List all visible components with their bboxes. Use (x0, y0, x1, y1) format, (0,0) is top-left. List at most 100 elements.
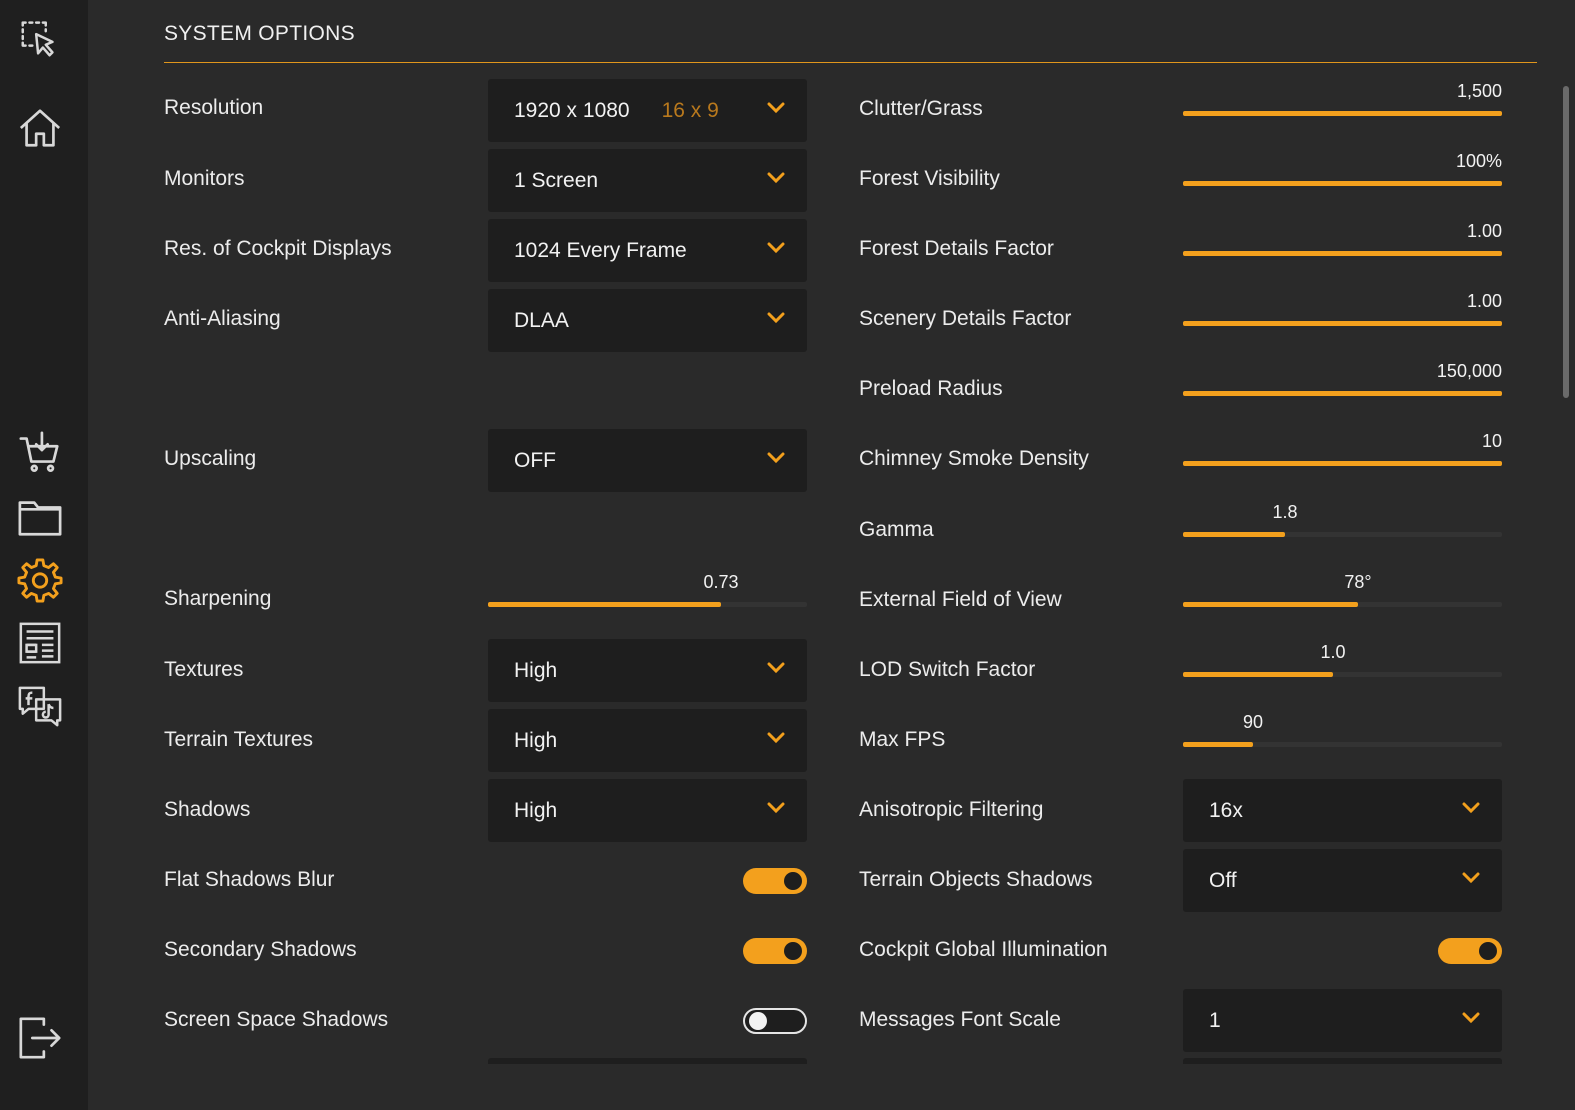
clutter-label: Clutter/Grass (859, 97, 983, 120)
slider-fill (1183, 181, 1502, 186)
sidebar (0, 0, 88, 1110)
secondary-shadows-label: Secondary Shadows (164, 938, 357, 961)
upscaling-value: OFF (514, 449, 556, 472)
textures-dropdown[interactable]: High (488, 639, 807, 702)
chevron-down-icon (767, 662, 785, 674)
aspect-ratio-value: 16 x 9 (661, 99, 719, 122)
forest-visibility-slider[interactable]: 100% (1183, 151, 1502, 191)
preload-radius-slider[interactable]: 150,000 (1183, 361, 1502, 401)
cart-download-icon[interactable] (16, 428, 64, 476)
scenery-details-slider[interactable]: 1.00 (1183, 291, 1502, 331)
folder-icon[interactable] (16, 493, 64, 541)
chevron-down-icon (767, 312, 785, 324)
chevron-down-icon (767, 802, 785, 814)
slider-fill (488, 602, 721, 607)
next-row-dropdown-edge (488, 1058, 807, 1064)
chimney-smoke-slider[interactable]: 10 (1183, 431, 1502, 471)
options-panel: SYSTEM OPTIONS Resolution 1920 x 1080 16 … (88, 0, 1575, 1110)
monitors-label: Monitors (164, 167, 245, 190)
flat-shadows-blur-toggle[interactable] (743, 868, 807, 894)
forest-visibility-label: Forest Visibility (859, 167, 1000, 190)
slider-fill (1183, 111, 1502, 116)
screen-space-shadows-toggle[interactable] (743, 1008, 807, 1034)
scrollbar[interactable] (1563, 86, 1569, 398)
anti-aliasing-label: Anti-Aliasing (164, 307, 281, 330)
anisotropic-label: Anisotropic Filtering (859, 798, 1044, 821)
cockpit-res-dropdown[interactable]: 1024 Every Frame (488, 219, 807, 282)
clutter-slider[interactable]: 1,500 (1183, 81, 1502, 121)
home-icon[interactable] (16, 104, 64, 152)
slider-fill (1183, 602, 1358, 607)
gamma-value: 1.8 (1272, 502, 1298, 522)
slider-fill (1183, 742, 1253, 747)
scenery-details-value: 1.00 (1466, 291, 1502, 311)
clutter-value: 1,500 (1456, 81, 1502, 101)
gear-icon[interactable] (16, 556, 64, 604)
resolution-label: Resolution (164, 96, 264, 119)
header-divider (164, 62, 1537, 63)
social-chat-icon[interactable] (16, 683, 64, 731)
terrain-objects-shadows-dropdown[interactable]: Off (1183, 849, 1502, 912)
upscaling-dropdown[interactable]: OFF (488, 429, 807, 492)
max-fps-value: 90 (1242, 712, 1264, 732)
cockpit-gi-toggle[interactable] (1438, 938, 1502, 964)
anisotropic-dropdown[interactable]: 16x (1183, 779, 1502, 842)
terrain-objects-shadows-label: Terrain Objects Shadows (859, 868, 1093, 891)
preload-radius-value: 150,000 (1436, 361, 1502, 381)
forest-details-slider[interactable]: 1.00 (1183, 221, 1502, 261)
news-icon[interactable] (16, 619, 64, 667)
chevron-down-icon (1462, 1012, 1480, 1024)
chevron-down-icon (767, 452, 785, 464)
chevron-down-icon (1462, 872, 1480, 884)
slider-fill (1183, 672, 1333, 677)
secondary-shadows-toggle[interactable] (743, 938, 807, 964)
max-fps-slider[interactable]: 90 (1183, 712, 1502, 752)
lod-switch-value: 1.0 (1320, 642, 1346, 662)
forest-details-value: 1.00 (1466, 221, 1502, 241)
shadows-value: High (514, 799, 558, 822)
gamma-slider[interactable]: 1.8 (1183, 502, 1502, 542)
terrain-textures-label: Terrain Textures (164, 728, 314, 751)
textures-value: High (514, 659, 558, 682)
monitors-dropdown[interactable]: 1 Screen (488, 149, 807, 212)
messages-font-scale-label: Messages Font Scale (859, 1008, 1061, 1031)
chimney-smoke-label: Chimney Smoke Density (859, 447, 1089, 470)
scenery-details-label: Scenery Details Factor (859, 307, 1072, 330)
messages-font-scale-dropdown[interactable]: 1 (1183, 989, 1502, 1052)
external-fov-value: 78° (1344, 572, 1372, 592)
slider-fill (1183, 321, 1502, 326)
forest-visibility-value: 100% (1455, 151, 1502, 171)
sharpening-slider[interactable]: 0.73 (488, 572, 807, 612)
cockpit-res-value: 1024 Every Frame (514, 239, 687, 262)
forest-details-label: Forest Details Factor (859, 237, 1054, 260)
max-fps-label: Max FPS (859, 728, 946, 751)
slider-fill (1183, 391, 1502, 396)
anisotropic-value: 16x (1209, 799, 1243, 822)
lod-switch-label: LOD Switch Factor (859, 658, 1036, 681)
textures-label: Textures (164, 658, 244, 681)
slider-fill (1183, 251, 1502, 256)
chevron-down-icon (1462, 802, 1480, 814)
chevron-down-icon (767, 732, 785, 744)
page-title: SYSTEM OPTIONS (164, 22, 355, 45)
next-row-dropdown-edge (1183, 1058, 1502, 1064)
select-tool-icon[interactable] (16, 14, 64, 62)
gamma-label: Gamma (859, 518, 934, 541)
shadows-dropdown[interactable]: High (488, 779, 807, 842)
upscaling-label: Upscaling (164, 447, 257, 470)
chevron-down-icon (767, 242, 785, 254)
external-fov-slider[interactable]: 78° (1183, 572, 1502, 612)
logout-icon[interactable] (16, 1014, 64, 1062)
lod-switch-slider[interactable]: 1.0 (1183, 642, 1502, 682)
chevron-down-icon (767, 172, 785, 184)
anti-aliasing-value: DLAA (514, 309, 569, 332)
resolution-dropdown[interactable]: 1920 x 1080 16 x 9 (488, 79, 807, 142)
sharpening-value: 0.73 (703, 572, 739, 592)
cockpit-gi-label: Cockpit Global Illumination (859, 938, 1108, 961)
anti-aliasing-dropdown[interactable]: DLAA (488, 289, 807, 352)
terrain-textures-dropdown[interactable]: High (488, 709, 807, 772)
terrain-textures-value: High (514, 729, 558, 752)
messages-font-scale-value: 1 (1209, 1009, 1221, 1032)
monitors-value: 1 Screen (514, 169, 599, 192)
cockpit-res-label: Res. of Cockpit Displays (164, 237, 392, 260)
